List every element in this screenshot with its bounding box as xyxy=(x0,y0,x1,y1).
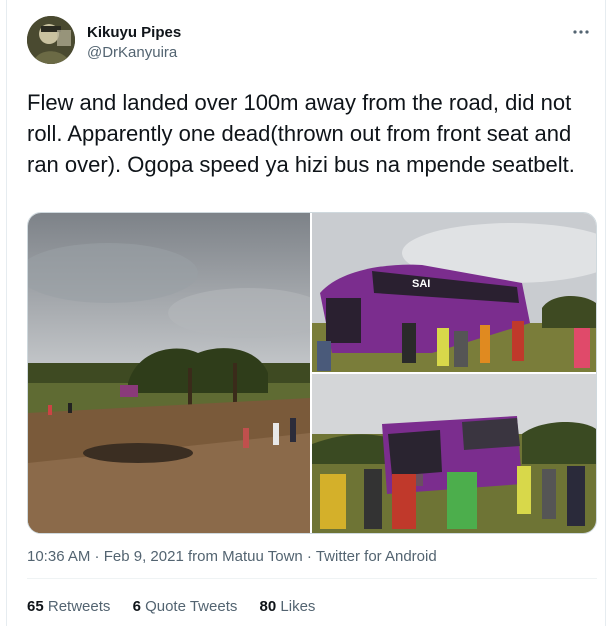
meta-separator: · xyxy=(90,548,104,565)
retweets-label: Retweets xyxy=(47,598,111,615)
svg-text:SAI: SAI xyxy=(412,278,430,290)
tweet-stats: 65 Retweets 6 Quote Tweets 80 Likes xyxy=(27,598,333,615)
retweets-stat[interactable]: 65 Retweets xyxy=(27,598,110,615)
likes-stat[interactable]: 80 Likes xyxy=(260,598,316,615)
tweet-text: Flew and landed over 100m away from the … xyxy=(27,90,575,177)
author-display-name[interactable]: Kikuyu Pipes xyxy=(87,24,181,41)
tweet-card: Kikuyu Pipes @DrKanyuira Flew and landed… xyxy=(6,0,606,626)
tweet-time[interactable]: 10:36 AM xyxy=(27,548,90,565)
likes-count: 80 xyxy=(259,598,277,615)
divider xyxy=(27,578,597,579)
avatar-image xyxy=(27,16,75,64)
more-horizontal-icon[interactable] xyxy=(572,22,590,40)
author-handle[interactable]: @DrKanyuira xyxy=(87,44,177,61)
meta-separator: · xyxy=(302,548,316,565)
photo-3[interactable] xyxy=(312,374,596,533)
media-grid: SAI xyxy=(27,212,597,534)
avatar[interactable] xyxy=(27,16,75,64)
from-label: from xyxy=(183,548,223,565)
retweets-count: 65 xyxy=(27,598,44,615)
tweet-date[interactable]: Feb 9, 2021 xyxy=(104,548,184,565)
tweet-source[interactable]: Twitter for Android xyxy=(316,548,437,565)
quote-tweets-label: Quote Tweets xyxy=(145,598,238,615)
tweet-meta: 10:36 AM · Feb 9, 2021 from Matuu Town ·… xyxy=(27,548,437,565)
photo-1[interactable] xyxy=(28,213,310,533)
photo-2[interactable]: SAI xyxy=(312,213,596,372)
tweet-location[interactable]: Matuu Town xyxy=(222,548,303,565)
quote-tweets-stat[interactable]: 6 Quote Tweets xyxy=(133,598,238,615)
likes-label: Likes xyxy=(280,598,316,615)
quote-tweets-count: 6 xyxy=(132,598,141,615)
